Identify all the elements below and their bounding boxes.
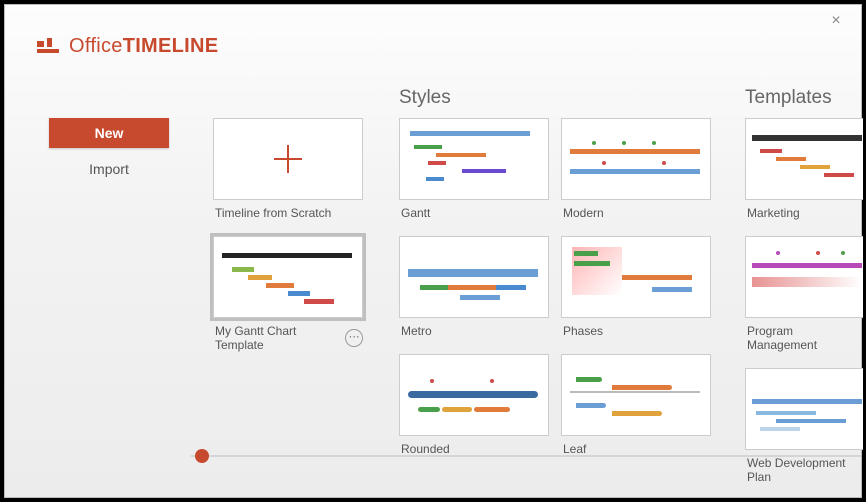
card-template-program-management[interactable]: Program Management — [745, 236, 865, 364]
brand-text-light: Office — [69, 35, 123, 57]
caption-mygantt: My Gantt Chart Template — [215, 324, 345, 352]
column-templates: Marketing Program Management — [745, 118, 866, 500]
caption-marketing: Marketing — [747, 206, 800, 220]
caption-leaf: Leaf — [563, 442, 586, 456]
new-timeline-dialog: × OfficeTIMELINE New Import Styles Templ… — [4, 4, 862, 498]
caption-gantt: Gantt — [401, 206, 430, 220]
card-my-gantt-template[interactable]: My Gantt Chart Template ⋯ — [213, 236, 363, 364]
section-header-styles: Styles — [399, 87, 451, 109]
column-local: Timeline from Scratch My Gantt Chart Tem… — [213, 118, 373, 368]
card-style-metro[interactable]: Metro — [399, 236, 549, 350]
content-area: Timeline from Scratch My Gantt Chart Tem… — [213, 118, 861, 445]
thumb-scratch — [213, 118, 363, 200]
brand-logo: OfficeTIMELINE — [37, 35, 218, 58]
close-icon[interactable]: × — [827, 13, 845, 31]
caption-modern: Modern — [563, 206, 604, 220]
column-styles: Gantt Modern — [399, 118, 739, 472]
brand-text: OfficeTIMELINE — [69, 35, 218, 58]
caption-phases: Phases — [563, 324, 603, 338]
card-timeline-from-scratch[interactable]: Timeline from Scratch — [213, 118, 363, 232]
caption-rounded: Rounded — [401, 442, 450, 456]
thumb-mygantt — [213, 236, 363, 318]
caption-webdev: Web Development Plan — [747, 456, 865, 484]
sidebar-item-new[interactable]: New — [49, 118, 169, 148]
card-template-web-development[interactable]: Web Development Plan — [745, 368, 865, 496]
sidebar-item-import[interactable]: Import — [49, 154, 169, 184]
caption-metro: Metro — [401, 324, 432, 338]
section-header-templates: Templates — [745, 87, 832, 109]
card-template-marketing[interactable]: Marketing — [745, 118, 865, 232]
brand-text-bold: TIMELINE — [123, 35, 219, 57]
card-style-leaf[interactable]: Leaf — [561, 354, 711, 468]
card-style-rounded[interactable]: Rounded — [399, 354, 549, 468]
card-style-gantt[interactable]: Gantt — [399, 118, 549, 232]
zoom-slider-thumb[interactable] — [195, 449, 209, 463]
card-style-modern[interactable]: Modern — [561, 118, 711, 232]
card-style-phases[interactable]: Phases — [561, 236, 711, 350]
sidebar: New Import — [49, 118, 169, 190]
caption-scratch: Timeline from Scratch — [215, 206, 331, 220]
caption-program: Program Management — [747, 324, 865, 352]
zoom-slider-track[interactable] — [191, 455, 861, 457]
more-icon[interactable]: ⋯ — [345, 329, 363, 347]
office-timeline-icon — [37, 38, 59, 56]
